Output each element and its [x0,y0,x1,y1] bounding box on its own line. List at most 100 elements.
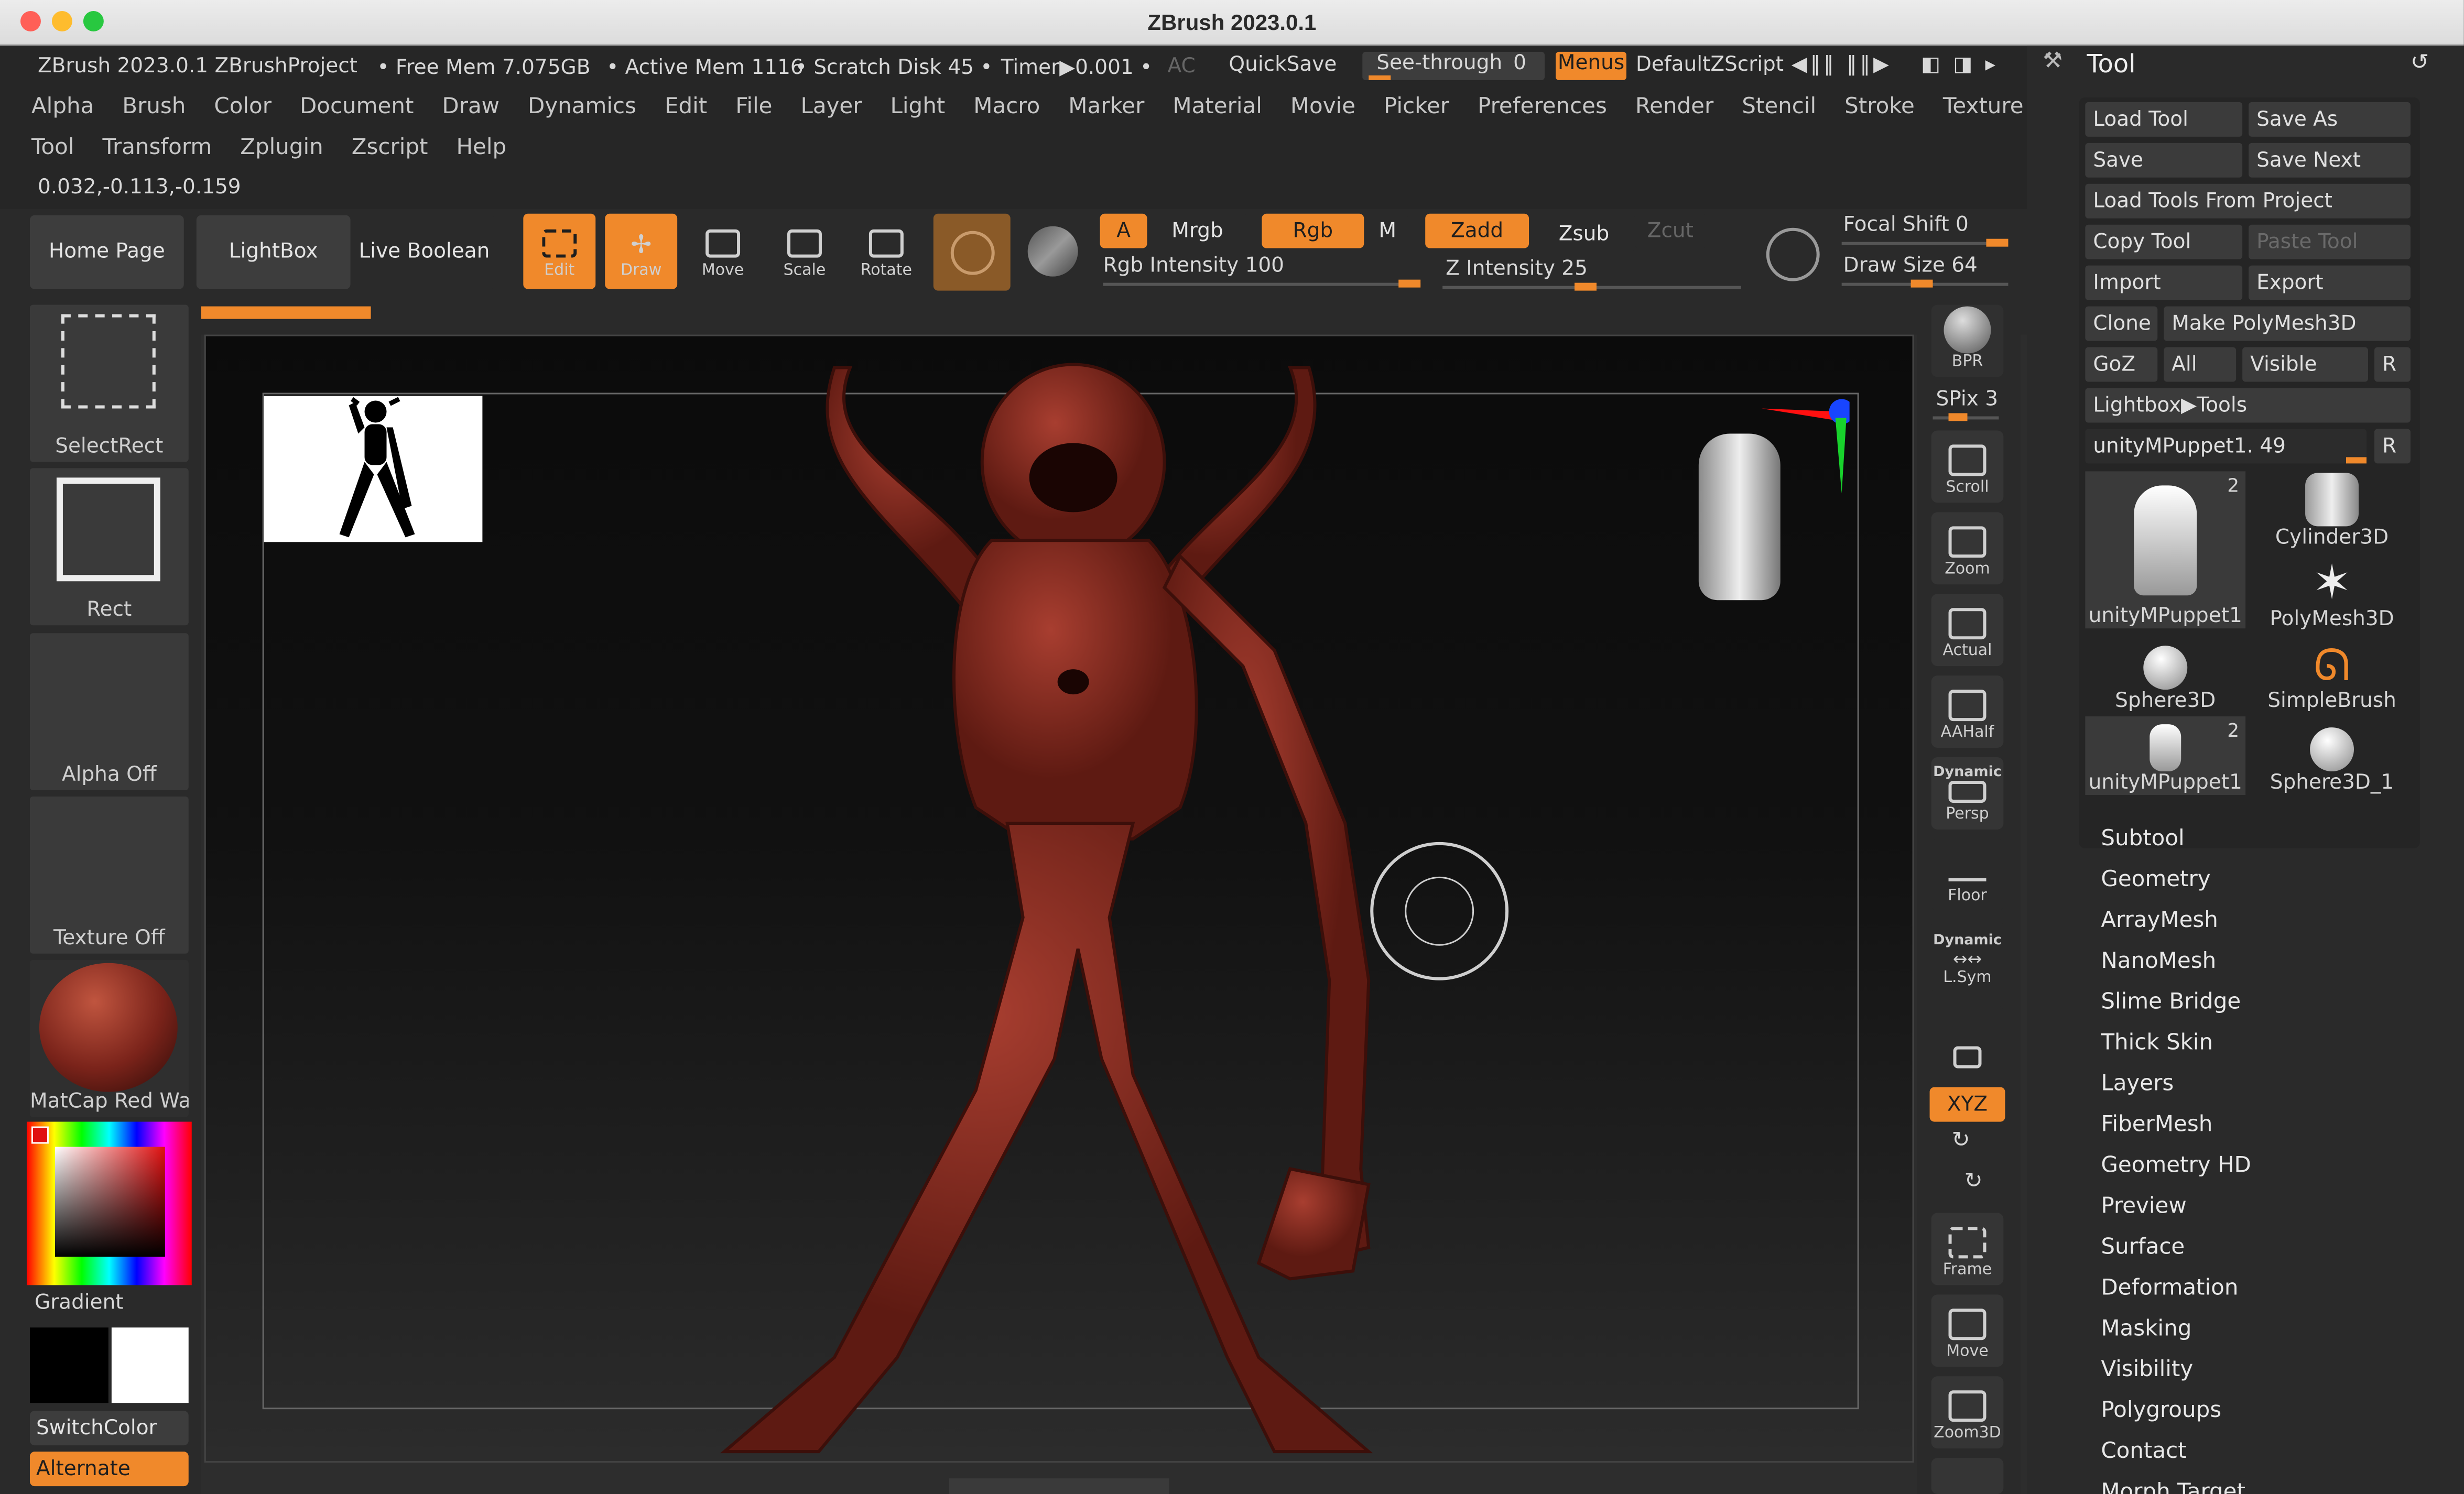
save-as-button[interactable]: Save As [2249,102,2411,137]
live-boolean-button[interactable]: Live Boolean [353,215,495,289]
menu-alpha[interactable]: Alpha [31,94,94,119]
texture-swatch-icon[interactable] [1027,226,1078,277]
subpalette-morph-target[interactable]: Morph Target [2101,1480,2245,1494]
tool-thumb-cylinder3d[interactable]: Cylinder3D [2252,471,2412,550]
subpalette-surface[interactable]: Surface [2101,1235,2185,1260]
zadd-toggle[interactable]: Zadd [1425,213,1529,248]
load-tool-button[interactable]: Load Tool [2085,102,2243,137]
menu-movie[interactable]: Movie [1290,94,1355,119]
tool-thumb-sphere3d[interactable]: Sphere3D [2085,635,2245,713]
subpalette-layers[interactable]: Layers [2101,1072,2174,1097]
subpalette-slime-bridge[interactable]: Slime Bridge [2101,990,2241,1015]
import-button[interactable]: Import [2085,265,2243,300]
lightbox-tools-button[interactable]: Lightbox▶Tools [2085,388,2411,423]
switchcolor-button[interactable]: SwitchColor [29,1411,189,1446]
spix-slider[interactable] [1933,413,1999,421]
menu-stroke[interactable]: Stroke [1844,94,1915,119]
draw-button[interactable]: ✢ Draw [605,213,678,289]
subpalette-masking[interactable]: Masking [2101,1316,2191,1342]
tool-thumb-unitympuppet1-2[interactable]: 2 unityMPuppet1 [2085,716,2246,795]
material-button[interactable]: MatCap Red Wa [29,959,189,1117]
lightbox-button[interactable]: LightBox [196,215,351,289]
home-page-button[interactable]: Home Page [29,215,184,289]
load-tools-from-project-button[interactable]: Load Tools From Project [2085,183,2411,219]
actual-button[interactable]: Actual [1931,594,2004,667]
tool-palette-title[interactable]: Tool [2087,49,2135,79]
spix-label[interactable]: SPix 3 [1936,388,1998,412]
tool-thumb-sphere3d-1[interactable]: Sphere3D_1 [2252,716,2412,795]
menu-picker[interactable]: Picker [1384,94,1449,119]
rgb-intensity-slider[interactable] [1103,279,1421,288]
rotate-button[interactable]: Rotate [850,214,922,289]
mrgb-toggle[interactable]: Mrgb [1147,213,1248,248]
main-color-swatch[interactable] [111,1327,189,1403]
subpalette-visibility[interactable]: Visibility [2101,1357,2193,1382]
save-next-button[interactable]: Save Next [2249,143,2411,178]
subpalette-arraymesh[interactable]: ArrayMesh [2101,908,2218,933]
symmetry-icon[interactable] [1766,227,1820,281]
menu-light[interactable]: Light [891,94,946,119]
selectrect-button[interactable]: SelectRect [29,304,189,462]
menu-preferences[interactable]: Preferences [1478,94,1607,119]
rotate-view-button[interactable] [1931,1458,2004,1494]
tool-thumb-unitympuppet1[interactable]: 2 unityMPuppet1 [2085,471,2246,629]
persp-button[interactable]: Dynamic Persp [1931,757,2004,830]
color-picker[interactable] [26,1121,192,1285]
paste-tool-button[interactable]: Paste Tool [2249,224,2411,259]
current-tool-handle[interactable] [2346,457,2367,464]
menus-button[interactable]: Menus [1556,51,1626,80]
menu-stencil[interactable]: Stencil [1742,94,1816,119]
secondary-color-swatch[interactable] [29,1327,108,1403]
menu-file[interactable]: File [735,94,772,119]
canvas-viewport[interactable] [204,334,1914,1463]
alpha-button[interactable]: Alpha Off [29,633,189,790]
subpalette-deformation[interactable]: Deformation [2101,1275,2238,1301]
tool-thumb-polymesh3d[interactable]: ✶ PolyMesh3D [2252,553,2412,631]
menu-draw[interactable]: Draw [442,94,500,119]
move-view-button[interactable]: Move [1931,1294,2004,1367]
zcut-toggle[interactable]: Zcut [1634,213,1707,248]
default-zscript[interactable]: DefaultZScript [1636,53,1784,77]
menu-layer[interactable]: Layer [800,94,862,119]
z-intensity-handle[interactable] [1574,282,1597,291]
palette-refresh-icon[interactable]: ↺ [2411,50,2429,75]
a-toggle[interactable]: A [1100,213,1147,248]
draw-size-handle[interactable] [1911,279,1933,288]
tool-thumb-simplebrush[interactable]: ᘏ SimpleBrush [2252,635,2412,713]
visible-button[interactable]: Visible [2242,347,2368,382]
menu-macro[interactable]: Macro [973,94,1040,119]
scroll-button[interactable]: Scroll [1931,430,2004,503]
scale-button[interactable]: Scale [768,214,841,289]
subpalette-nanomesh[interactable]: NanoMesh [2101,949,2216,974]
goz-button[interactable]: GoZ [2085,347,2158,382]
subpalette-contact[interactable]: Contact [2101,1439,2186,1464]
save-button[interactable]: Save [2085,143,2243,178]
edit-button[interactable]: Edit [523,213,596,289]
clone-button[interactable]: Clone [2085,306,2158,341]
focal-shift-handle[interactable] [1986,238,2009,247]
zsub-toggle[interactable]: Zsub [1532,216,1636,252]
rgb-intensity-handle[interactable] [1398,279,1421,288]
gradient-label[interactable]: Gradient [35,1291,124,1315]
menu-help[interactable]: Help [456,135,506,160]
menu-zplugin[interactable]: Zplugin [240,135,323,160]
quicksave-button[interactable]: QuickSave [1229,53,1337,77]
menu-render[interactable]: Render [1635,94,1713,119]
export-button[interactable]: Export [2249,265,2411,300]
aahalf-button[interactable]: AAHalf [1931,675,2004,748]
menu-zscript[interactable]: Zscript [352,135,428,160]
subpalette-geometry[interactable]: Geometry [2101,867,2210,892]
rotate-z-icon[interactable]: ↻ [1964,1169,1983,1194]
bottom-shelf-handle[interactable] [949,1478,1169,1494]
menu-edit[interactable]: Edit [665,94,707,119]
subpalette-thick-skin[interactable]: Thick Skin [2101,1031,2213,1056]
frame-button[interactable]: Frame [1931,1213,2004,1285]
texture-button[interactable]: Texture Off [29,796,189,954]
menu-brush[interactable]: Brush [122,94,186,119]
alternate-button[interactable]: Alternate [29,1452,189,1487]
zoom-button[interactable]: Zoom [1931,512,2004,585]
navigator-thumbnail[interactable] [264,396,483,542]
menu-dynamics[interactable]: Dynamics [528,94,636,119]
current-tool-r-button[interactable]: R [2374,429,2411,464]
menu-transform[interactable]: Transform [102,135,212,160]
